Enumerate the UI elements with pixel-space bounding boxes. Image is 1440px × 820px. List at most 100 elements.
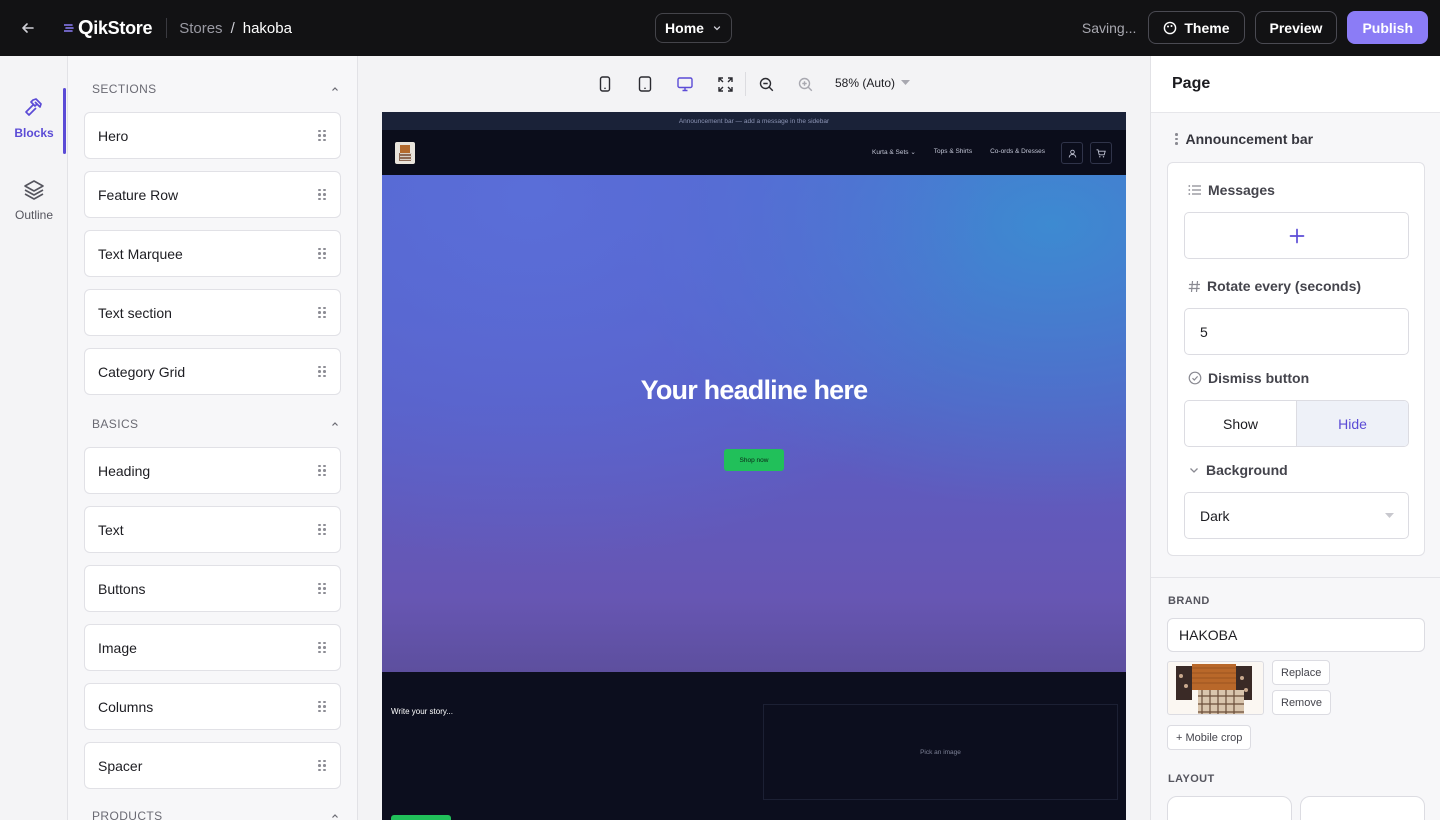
announcement-section-header[interactable]: Announcement bar bbox=[1175, 131, 1313, 147]
block-label: Buttons bbox=[98, 580, 146, 597]
block-image[interactable]: Image bbox=[84, 624, 341, 671]
brand-logo-thumbnail[interactable] bbox=[1167, 661, 1264, 715]
chevron-down-icon bbox=[713, 26, 721, 31]
rotate-label: Rotate every (seconds) bbox=[1188, 278, 1361, 294]
fullscreen-button[interactable] bbox=[715, 74, 735, 94]
block-text-section[interactable]: Text section bbox=[84, 289, 341, 336]
publish-label: Publish bbox=[1362, 19, 1413, 36]
hash-icon bbox=[1188, 280, 1200, 292]
theme-button[interactable]: Theme bbox=[1148, 11, 1245, 44]
drag-handle-icon[interactable] bbox=[318, 759, 326, 772]
drag-handle-icon[interactable] bbox=[318, 582, 326, 595]
layout-option-1[interactable] bbox=[1167, 796, 1292, 820]
drag-handle-icon[interactable] bbox=[318, 129, 326, 142]
mobile-crop-button[interactable]: + Mobile crop bbox=[1167, 725, 1252, 750]
block-spacer[interactable]: Spacer bbox=[84, 742, 341, 789]
drag-handle-icon[interactable] bbox=[318, 188, 326, 201]
nav-tops-shirts[interactable]: Tops & Shirts bbox=[934, 148, 972, 156]
cart-button[interactable] bbox=[1090, 142, 1112, 164]
block-text-marquee[interactable]: Text Marquee bbox=[84, 230, 341, 277]
preview-label: Preview bbox=[1269, 19, 1323, 36]
palette-icon bbox=[1164, 21, 1177, 34]
store-header[interactable]: Kurta & Sets ⌄ Tops & Shirts Co-ords & D… bbox=[382, 130, 1126, 175]
replace-logo-button[interactable]: Replace bbox=[1272, 660, 1331, 685]
block-buttons[interactable]: Buttons bbox=[84, 565, 341, 612]
story-text[interactable]: Write your story... bbox=[391, 707, 453, 716]
dismiss-show-option[interactable]: Show bbox=[1185, 401, 1296, 446]
background-label[interactable]: Background bbox=[1188, 462, 1288, 478]
page-select[interactable]: Home bbox=[655, 13, 732, 43]
back-button[interactable] bbox=[0, 0, 56, 56]
layout-label: LAYOUT bbox=[1168, 773, 1215, 785]
publish-button[interactable]: Publish bbox=[1347, 11, 1428, 44]
drag-handle-icon[interactable] bbox=[318, 247, 326, 260]
drag-handle-icon[interactable] bbox=[318, 700, 326, 713]
story-button[interactable] bbox=[391, 815, 451, 820]
block-heading[interactable]: Heading bbox=[84, 447, 341, 494]
breadcrumb-current: hakoba bbox=[242, 19, 292, 37]
chevron-up-icon bbox=[332, 814, 338, 818]
brand-name-input[interactable]: HAKOBA bbox=[1167, 618, 1425, 652]
dismiss-hide-option[interactable]: Hide bbox=[1296, 401, 1408, 446]
announcement-section-title: Announcement bar bbox=[1185, 131, 1314, 147]
user-icon bbox=[1068, 149, 1076, 158]
nav-kurta-sets[interactable]: Kurta & Sets ⌄ bbox=[872, 148, 916, 156]
block-category-grid[interactable]: Category Grid bbox=[84, 348, 341, 395]
drag-handle-icon[interactable] bbox=[318, 365, 326, 378]
breadcrumb: Stores / hakoba bbox=[166, 18, 292, 38]
hero-section[interactable]: Your headline here Shop now bbox=[382, 175, 1126, 672]
remove-logo-button[interactable]: Remove bbox=[1272, 690, 1331, 715]
add-message-button[interactable] bbox=[1184, 212, 1409, 259]
layout-option-2[interactable] bbox=[1300, 796, 1425, 820]
list-icon bbox=[1188, 185, 1201, 195]
announcement-bar[interactable]: Announcement bar — add a message in the … bbox=[382, 112, 1126, 130]
sections-header[interactable]: SECTIONS bbox=[92, 82, 340, 96]
block-label: Text Marquee bbox=[98, 245, 183, 262]
block-text[interactable]: Text bbox=[84, 506, 341, 553]
products-header[interactable]: PRODUCTS bbox=[92, 809, 340, 820]
device-tablet-button[interactable] bbox=[635, 74, 655, 94]
hero-headline[interactable]: Your headline here bbox=[382, 375, 1126, 406]
arrow-left-icon bbox=[22, 23, 34, 33]
story-section[interactable]: Write your story... Pick an image bbox=[382, 672, 1126, 820]
block-hero[interactable]: Hero bbox=[84, 112, 341, 159]
hero-shop-button[interactable]: Shop now bbox=[724, 449, 784, 471]
block-label: Heading bbox=[98, 462, 151, 479]
announcement-card: Messages Rotate every (seconds) 5 Dismis… bbox=[1167, 162, 1425, 556]
page-preview: Announcement bar — add a message in the … bbox=[382, 112, 1126, 820]
preview-button[interactable]: Preview bbox=[1254, 11, 1338, 44]
nav-coords-dresses[interactable]: Co-ords & Dresses bbox=[990, 148, 1045, 156]
store-logo[interactable] bbox=[395, 141, 415, 164]
tablet-icon bbox=[638, 76, 652, 92]
brand-logo-image bbox=[1176, 664, 1252, 714]
image-placeholder[interactable]: Pick an image bbox=[763, 704, 1118, 800]
kebab-icon[interactable] bbox=[1175, 133, 1178, 145]
rotate-seconds-input[interactable]: 5 bbox=[1184, 308, 1409, 355]
block-feature-row[interactable]: Feature Row bbox=[84, 171, 341, 218]
drag-handle-icon[interactable] bbox=[318, 641, 326, 654]
zoom-in-icon bbox=[798, 77, 812, 91]
app-logo[interactable]: Q ikStore bbox=[64, 16, 153, 40]
zoom-in-button[interactable] bbox=[795, 74, 815, 94]
breadcrumb-stores[interactable]: Stores bbox=[179, 20, 222, 37]
background-select[interactable]: Dark bbox=[1184, 492, 1409, 539]
logo-q: Q bbox=[78, 16, 94, 39]
drag-handle-icon[interactable] bbox=[318, 523, 326, 536]
device-desktop-button[interactable] bbox=[675, 74, 695, 94]
zoom-select[interactable]: 58% (Auto) bbox=[835, 76, 911, 90]
left-rail: Blocks Outline bbox=[0, 56, 68, 820]
rail-outline[interactable]: Outline bbox=[0, 178, 68, 222]
device-mobile-button[interactable] bbox=[595, 74, 615, 94]
block-label: Category Grid bbox=[98, 363, 186, 380]
basics-header[interactable]: BASICS bbox=[92, 417, 340, 431]
zoom-out-button[interactable] bbox=[756, 74, 776, 94]
plus-icon bbox=[1289, 228, 1304, 243]
top-bar: Q ikStore Stores / hakoba Home Saving...… bbox=[0, 0, 1440, 56]
block-columns[interactable]: Columns bbox=[84, 683, 341, 730]
drag-handle-icon[interactable] bbox=[318, 306, 326, 319]
rail-blocks[interactable]: Blocks bbox=[0, 96, 68, 140]
block-label: Text bbox=[98, 521, 124, 538]
expand-icon bbox=[717, 76, 733, 92]
drag-handle-icon[interactable] bbox=[318, 464, 326, 477]
account-button[interactable] bbox=[1061, 142, 1083, 164]
